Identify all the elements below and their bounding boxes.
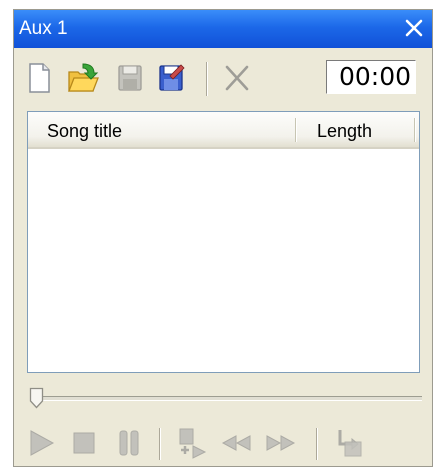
stop-icon[interactable] [67, 426, 101, 460]
delete-x-icon[interactable] [221, 61, 253, 95]
playlist-header: Song title Length [28, 112, 419, 149]
save-as-icon[interactable] [154, 61, 186, 95]
position-slider-thumb[interactable] [29, 387, 44, 409]
column-header-length[interactable]: Length [317, 121, 372, 142]
column-divider[interactable] [414, 118, 416, 142]
open-folder-icon[interactable] [66, 61, 99, 95]
rewind-icon[interactable] [219, 426, 253, 460]
new-document-icon[interactable] [23, 61, 55, 95]
transport-separator [159, 428, 161, 460]
return-icon[interactable] [332, 426, 366, 460]
time-display: 00:00 [326, 60, 416, 94]
title-bar[interactable]: Aux 1 [14, 10, 432, 48]
fast-forward-icon[interactable] [264, 426, 298, 460]
pause-icon[interactable] [112, 426, 146, 460]
save-icon[interactable] [113, 61, 145, 95]
play-icon[interactable] [24, 426, 58, 460]
column-divider[interactable] [295, 118, 297, 142]
transport-separator [316, 428, 318, 460]
toolbar: 00:00 [14, 48, 432, 110]
toolbar-separator [206, 62, 208, 96]
close-icon[interactable] [400, 14, 428, 42]
window-title: Aux 1 [19, 18, 68, 39]
column-header-song-title[interactable]: Song title [47, 121, 122, 142]
position-slider-track[interactable] [34, 396, 422, 401]
transport-controls [14, 424, 432, 464]
aux-player-window: Aux 1 00:00 Song title Length [13, 9, 433, 467]
playlist[interactable]: Song title Length [27, 111, 420, 373]
add-to-queue-icon[interactable] [174, 426, 208, 460]
